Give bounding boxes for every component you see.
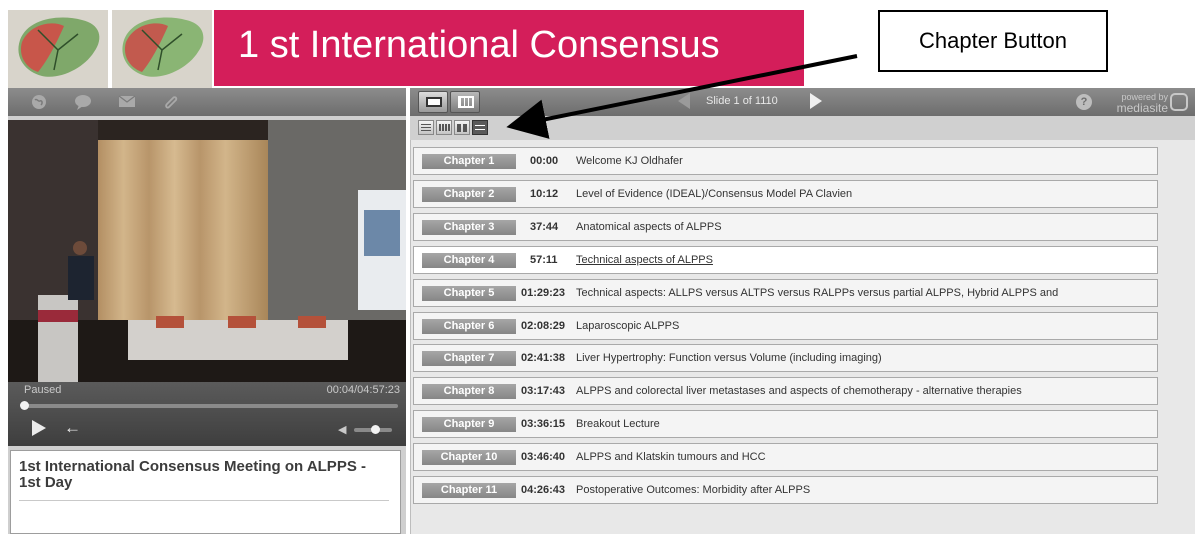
chapter-title[interactable]: Technical aspects of ALPPS: [576, 254, 713, 266]
chapter-time: 01:29:23: [521, 287, 566, 299]
video-frame: [8, 120, 406, 382]
chapter-time: 10:12: [530, 188, 559, 200]
chapter-time: 03:46:40: [521, 451, 566, 463]
progress-handle[interactable]: [20, 401, 29, 410]
chapter-time: 37:44: [530, 221, 559, 233]
title-banner: 1 st International Consensus: [214, 10, 804, 86]
chapter-row[interactable]: Chapter 5 01:29:23 Technical aspects: ALLP…: [413, 279, 1158, 307]
video-player[interactable]: [8, 120, 406, 382]
chapter-time: 00:00: [530, 155, 559, 167]
chapter-row[interactable]: Chapter 1 00:00 Welcome KJ Oldhafer: [413, 147, 1158, 175]
chapter-time: 57:11: [530, 254, 558, 266]
chapter-title[interactable]: Liver Hypertrophy: Function versus Volum…: [576, 352, 882, 364]
chapter-badge[interactable]: Chapter 4: [422, 253, 516, 268]
chapter-row[interactable]: Chapter 9 03:36:15 Breakout Lecture: [413, 410, 1158, 438]
chapter-row[interactable]: Chapter 11 04:26:43 Postoperative Outcomes…: [413, 476, 1158, 504]
next-slide-arrow-icon[interactable]: [810, 93, 822, 109]
chapter-time: 03:36:15: [521, 418, 566, 430]
chapter-row[interactable]: Chapter 8 03:17:43 ALPPS and colorectal li…: [413, 377, 1158, 405]
chapter-time: 04:26:43: [521, 484, 566, 496]
chapter-badge[interactable]: Chapter 8: [422, 384, 516, 399]
previous-slide-arrow-icon[interactable]: [678, 93, 690, 109]
header-banner: 1 st International Consensus Chapter But…: [0, 0, 1198, 90]
slide-counter: Slide 1 of 1110: [706, 95, 778, 107]
slide-view-button[interactable]: [418, 91, 448, 113]
list-view-button[interactable]: [418, 120, 434, 135]
chapter-badge[interactable]: Chapter 1: [422, 154, 516, 169]
chapter-badge[interactable]: Chapter 6: [422, 319, 516, 334]
chapter-badge[interactable]: Chapter 7: [422, 351, 516, 366]
mail-icon[interactable]: [118, 94, 136, 110]
banner-title: 1 st International Consensus: [238, 24, 720, 66]
chapter-row[interactable]: Chapter 2 10:12 Level of Evidence (IDEAL)/…: [413, 180, 1158, 208]
play-icon[interactable]: [32, 420, 46, 436]
player-time: 00:04/04:57:23: [326, 384, 400, 396]
chapter-title[interactable]: Welcome KJ Oldhafer: [576, 155, 683, 167]
large-grid-view-button[interactable]: [454, 120, 470, 135]
chapter-title[interactable]: Anatomical aspects of ALPPS: [576, 221, 722, 233]
chapter-title[interactable]: ALPPS and colorectal liver metastases an…: [576, 385, 1022, 397]
large-grid-icon: [457, 124, 468, 132]
chapter-badge[interactable]: Chapter 11: [422, 483, 516, 498]
volume-handle[interactable]: [370, 425, 380, 434]
annotation-label: Chapter Button: [919, 28, 1067, 53]
chapter-view-button[interactable]: [472, 120, 488, 135]
presentation-info: 1st International Consensus Meeting on A…: [10, 450, 401, 534]
volume-icon[interactable]: ◀: [338, 423, 346, 436]
attachment-icon[interactable]: [162, 94, 180, 110]
chapter-view-toolbar: [410, 116, 1195, 140]
annotation-callout: Chapter Button: [878, 10, 1108, 72]
globe-icon[interactable]: [30, 94, 48, 110]
chapter-row[interactable]: Chapter 10 03:46:40 ALPPS and Klatskin tum…: [413, 443, 1158, 471]
chapter-title[interactable]: Level of Evidence (IDEAL)/Consensus Mode…: [576, 188, 852, 200]
player-controls: Paused 00:04/04:57:23 ← ◀: [8, 382, 406, 446]
chapter-title[interactable]: Laparoscopic ALPPS: [576, 320, 679, 332]
powered-by-line2: mediasite: [1116, 101, 1168, 115]
chapter-row[interactable]: Chapter 3 37:44 Anatomical aspects of ALPP…: [413, 213, 1158, 241]
presentation-title: 1st International Consensus Meeting on A…: [19, 459, 389, 501]
chapter-title[interactable]: Breakout Lecture: [576, 418, 660, 430]
share-toolbar: [8, 88, 406, 116]
chapter-badge[interactable]: Chapter 10: [422, 450, 516, 465]
chapter-badge[interactable]: Chapter 3: [422, 220, 516, 235]
mediasite-logo-icon: [1170, 93, 1188, 111]
monitor-icon: [426, 97, 442, 107]
chapter-row[interactable]: Chapter 7 02:41:38 Liver Hypertrophy: Func…: [413, 344, 1158, 372]
liver-logo-image: [112, 10, 212, 88]
grid-icon: [458, 96, 474, 108]
chapter-badge[interactable]: Chapter 5: [422, 286, 516, 301]
progress-bar[interactable]: [22, 404, 398, 408]
small-grid-view-button[interactable]: [436, 120, 452, 135]
chapter-time: 02:08:29: [521, 320, 566, 332]
skip-back-icon[interactable]: ←: [64, 419, 81, 436]
chapter-badge[interactable]: Chapter 9: [422, 417, 516, 432]
chapter-time: 03:17:43: [521, 385, 566, 397]
grid-view-button[interactable]: [450, 91, 480, 113]
help-icon[interactable]: ?: [1076, 94, 1092, 110]
comment-icon[interactable]: [74, 94, 92, 110]
chapter-title[interactable]: ALPPS and Klatskin tumours and HCC: [576, 451, 766, 463]
chapter-title[interactable]: Postoperative Outcomes: Morbidity after …: [576, 484, 810, 496]
slide-toolbar: Slide 1 of 1110 ? powered by mediasite: [410, 88, 1195, 116]
chapter-title[interactable]: Technical aspects: ALLPS versus ALTPS ve…: [576, 287, 1058, 299]
chapter-time: 02:41:38: [521, 352, 566, 364]
small-grid-icon: [439, 124, 450, 131]
chapter-badge[interactable]: Chapter 2: [422, 187, 516, 202]
chapter-row[interactable]: Chapter 6 02:08:29 Laparoscopic ALPPS: [413, 312, 1158, 340]
powered-by-mediasite: powered by mediasite: [1100, 92, 1168, 114]
liver-logo-image: [8, 10, 108, 88]
chapter-row[interactable]: Chapter 4 57:11 Technical aspects of ALPPS: [413, 246, 1158, 274]
player-status: Paused: [24, 384, 62, 396]
